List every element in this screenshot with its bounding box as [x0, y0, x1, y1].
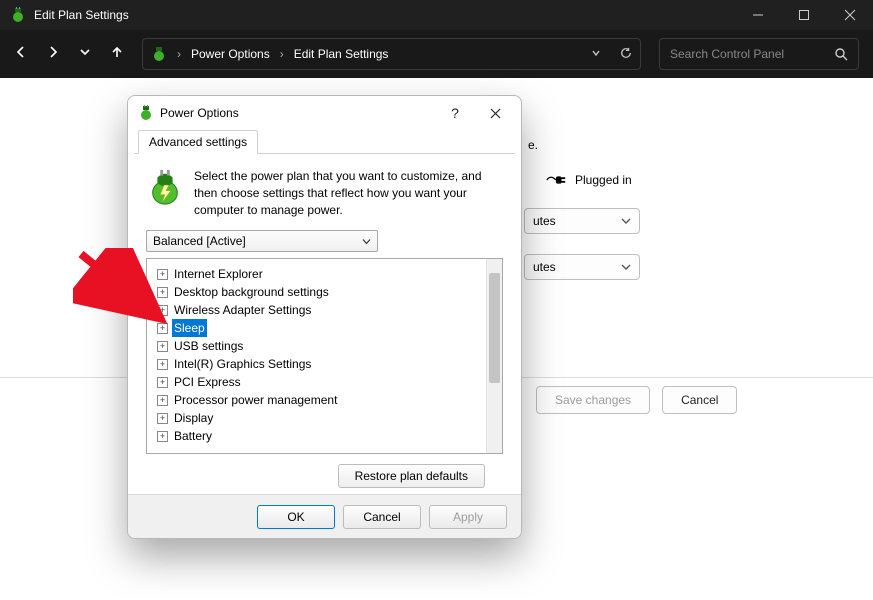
search-placeholder: Search Control Panel [670, 47, 834, 61]
plugged-in-label: Plugged in [545, 172, 632, 188]
power-plan-icon [146, 168, 184, 206]
tree-expander[interactable]: + [157, 431, 168, 442]
power-icon [10, 7, 26, 23]
ok-button[interactable]: OK [257, 505, 335, 529]
dialog-titlebar: Power Options ? [128, 96, 521, 130]
tree-item[interactable]: + Wireless Adapter Settings [157, 301, 482, 319]
breadcrumb-dropdown-button[interactable] [590, 47, 602, 62]
window-close-button[interactable] [827, 0, 873, 30]
sleep-timeout-select[interactable]: utes [524, 254, 640, 280]
dialog-tabstrip: Advanced settings [134, 130, 515, 154]
dialog-close-button[interactable] [475, 99, 515, 127]
dialog-title: Power Options [160, 106, 239, 120]
tree-item-label: Battery [172, 427, 214, 445]
settings-tree[interactable]: + Internet Explorer + Desktop background se… [146, 258, 503, 454]
tree-expander[interactable]: + [157, 395, 168, 406]
tree-item-label: Wireless Adapter Settings [172, 301, 313, 319]
tree-item[interactable]: + Display [157, 409, 482, 427]
search-input[interactable]: Search Control Panel [659, 38, 859, 70]
tree-expander[interactable]: + [157, 305, 168, 316]
tree-expander[interactable]: + [157, 287, 168, 298]
window-minimize-button[interactable] [735, 0, 781, 30]
tree-item-label: Desktop background settings [172, 283, 331, 301]
truncated-text: e. [528, 138, 538, 152]
tree-expander[interactable]: + [157, 269, 168, 280]
tree-item[interactable]: + Desktop background settings [157, 283, 482, 301]
plug-icon [545, 172, 567, 188]
breadcrumb[interactable]: › Power Options › Edit Plan Settings [142, 38, 641, 70]
apply-button[interactable]: Apply [429, 505, 507, 529]
refresh-button[interactable] [620, 47, 632, 62]
nav-back-button[interactable] [14, 45, 28, 64]
tree-item[interactable]: + Internet Explorer [157, 265, 482, 283]
tree-item[interactable]: + Processor power management [157, 391, 482, 409]
nav-recent-button[interactable] [78, 45, 92, 64]
tree-item-label: Display [172, 409, 215, 427]
restore-defaults-button[interactable]: Restore plan defaults [338, 464, 485, 488]
tree-item[interactable]: + Battery [157, 427, 482, 445]
save-changes-button[interactable]: Save changes [536, 386, 650, 414]
cancel-button[interactable]: Cancel [662, 386, 737, 414]
power-icon [151, 46, 167, 62]
power-icon [138, 105, 154, 121]
window-title: Edit Plan Settings [34, 8, 129, 22]
tree-scrollbar[interactable] [486, 259, 502, 453]
tree-expander[interactable]: + [157, 413, 168, 424]
power-plan-select[interactable]: Balanced [Active] [146, 230, 378, 252]
search-icon [834, 47, 848, 61]
dialog-intro-text: Select the power plan that you want to c… [194, 168, 503, 218]
window-maximize-button[interactable] [781, 0, 827, 30]
tree-expander[interactable]: + [157, 359, 168, 370]
tree-item[interactable]: + USB settings [157, 337, 482, 355]
window-titlebar: Edit Plan Settings [0, 0, 873, 30]
scrollbar-thumb[interactable] [489, 273, 500, 383]
cancel-button[interactable]: Cancel [343, 505, 421, 529]
breadcrumb-item[interactable]: Power Options [191, 47, 270, 61]
chevron-right-icon: › [278, 47, 286, 61]
tree-expander[interactable]: + [157, 323, 168, 334]
tree-item[interactable]: + Sleep [157, 319, 482, 337]
breadcrumb-item[interactable]: Edit Plan Settings [294, 47, 389, 61]
dialog-footer: OK Cancel Apply [128, 494, 521, 538]
navigation-bar: › Power Options › Edit Plan Settings Sea… [0, 30, 873, 78]
chevron-down-icon [362, 237, 371, 246]
power-options-dialog: Power Options ? Advanced settings Select… [127, 95, 522, 539]
nav-forward-button[interactable] [46, 45, 60, 64]
chevron-right-icon: › [175, 47, 183, 61]
dialog-help-button[interactable]: ? [435, 99, 475, 127]
tree-item-label: PCI Express [172, 373, 243, 391]
tree-item-label: USB settings [172, 337, 245, 355]
tree-item-label: Intel(R) Graphics Settings [172, 355, 313, 373]
tree-item[interactable]: + Intel(R) Graphics Settings [157, 355, 482, 373]
tree-expander[interactable]: + [157, 341, 168, 352]
tree-item[interactable]: + PCI Express [157, 373, 482, 391]
nav-up-button[interactable] [110, 45, 124, 64]
tree-item-label: Internet Explorer [172, 265, 265, 283]
tree-expander[interactable]: + [157, 377, 168, 388]
tree-item-label: Processor power management [172, 391, 339, 409]
tab-advanced-settings[interactable]: Advanced settings [138, 130, 258, 154]
display-timeout-select[interactable]: utes [524, 208, 640, 234]
tree-item-label: Sleep [172, 319, 207, 337]
